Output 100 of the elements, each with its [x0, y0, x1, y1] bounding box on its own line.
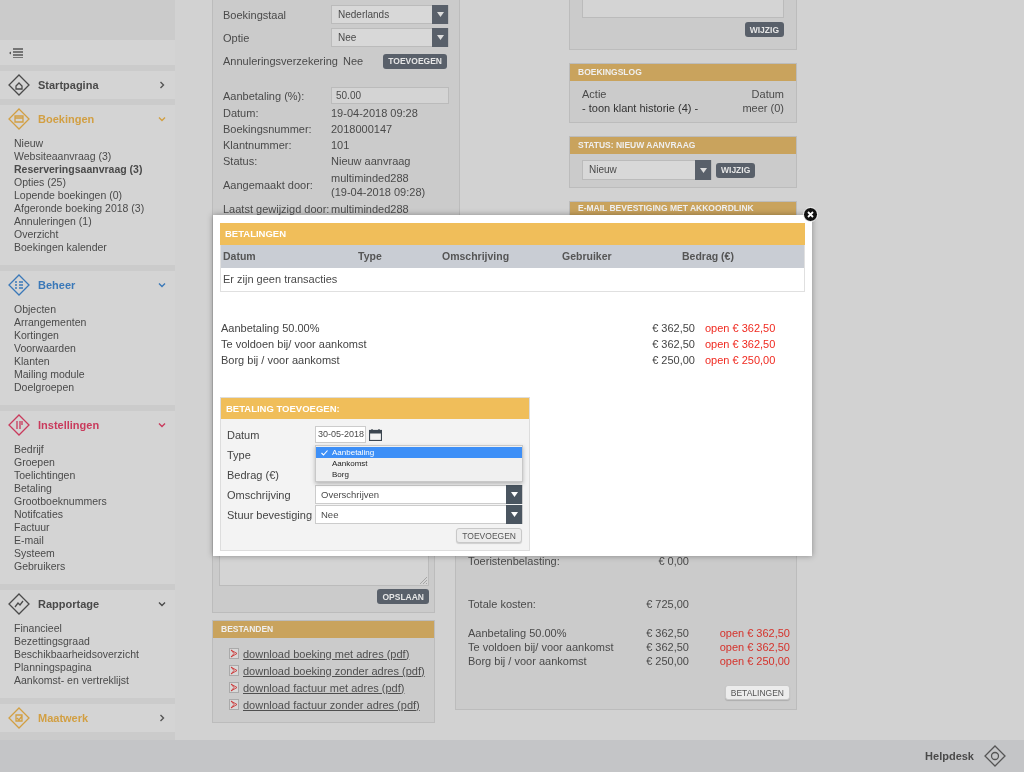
sidebar-item[interactable]: Factuur [14, 521, 175, 534]
sidebar-item[interactable]: Beschikbaarheidsoverzicht [14, 648, 175, 661]
dropdown-field[interactable]: Nee [315, 505, 523, 524]
open-amount: open € 250,00 [705, 353, 777, 368]
download-link[interactable]: download boeking zonder adres (pdf) [243, 664, 425, 677]
sidebar-item[interactable]: Klanten [14, 355, 175, 368]
open-amount: open € 250,00 [718, 654, 790, 668]
payment-amount: € 362,50 [652, 337, 695, 352]
sidebar-item[interactable]: Planningspagina [14, 661, 175, 674]
sidebar-item[interactable]: Websiteaanvraag (3) [14, 150, 175, 163]
add-button[interactable]: TOEVOEGEN [383, 53, 447, 69]
more-link[interactable]: meer (0) [742, 101, 784, 115]
sidebar-item[interactable]: Kortingen [14, 329, 175, 342]
chevron-icon[interactable] [158, 600, 166, 608]
menu-icon[interactable] [9, 47, 23, 58]
sidebar-item[interactable]: Grootboeknummers [14, 495, 175, 508]
sidebar-item[interactable]: Bezettingsgraad [14, 635, 175, 648]
sidebar-item[interactable]: Arrangementen [14, 316, 175, 329]
section-title[interactable]: Startpagina [38, 79, 150, 91]
field-label: Datum [227, 428, 261, 441]
diamond-icon[interactable] [984, 745, 1006, 767]
save-button[interactable]: OPSLAAN [377, 589, 429, 604]
sidebar-item[interactable]: E-mail [14, 534, 175, 547]
payment-amount: € 250,00 [645, 654, 689, 668]
sidebar-item[interactable]: Lopende boekingen (0) [14, 189, 175, 202]
add-button[interactable]: TOEVOEGEN [456, 528, 522, 543]
download-link[interactable]: download factuur met adres (pdf) [243, 681, 405, 694]
sidebar-item[interactable]: Doelgroepen [14, 381, 175, 394]
sidebar-item[interactable]: Systeem [14, 547, 175, 560]
sidebar-item[interactable]: Aankomst- en vertreklijst [14, 674, 175, 687]
column-header: Type [358, 249, 382, 264]
sidebar-item[interactable]: Reserveringsaanvraag (3) [14, 163, 175, 176]
cost-amount: € 0,00 [657, 554, 689, 568]
field-value: 19-04-2018 09:28 [331, 107, 418, 119]
dropdown-option[interactable]: Aanbetaling [316, 447, 522, 458]
field-label: Klantnummer: [223, 139, 293, 151]
sidebar-item[interactable]: Objecten [14, 303, 175, 316]
sidebar-item[interactable]: Bedrijf [14, 443, 175, 456]
field-label: Boekingsnummer: [223, 123, 313, 135]
payment-amount: € 250,00 [652, 353, 695, 368]
field-label: Laatst gewijzigd door: [223, 203, 331, 215]
sidebar-item[interactable]: Overzicht [14, 228, 175, 241]
chevron-icon[interactable] [158, 714, 166, 722]
field-value: multiminded288 [331, 203, 409, 215]
history-link[interactable]: - toon klant historie (4) - [582, 101, 743, 115]
section-title[interactable]: Rapportage [38, 598, 150, 610]
dropdown-field[interactable]: Overschrijven [315, 485, 523, 504]
payment-label: Aanbetaling 50.00% [221, 321, 321, 336]
empty-message: Er zijn geen transacties [223, 273, 338, 285]
column-header: Datum [750, 87, 784, 101]
date-field[interactable]: 30-05-2018 [315, 426, 366, 443]
open-amount: open € 362,50 [718, 626, 790, 640]
payment-label: Te voldoen bij/ voor aankomst [221, 337, 368, 352]
input-field[interactable]: 50.00 [331, 87, 449, 104]
dropdown-field[interactable]: Nee [331, 28, 449, 47]
download-link[interactable]: download boeking met adres (pdf) [243, 647, 410, 660]
chevron-icon[interactable] [158, 421, 166, 429]
dialog-header: BETALINGEN [220, 223, 805, 245]
sidebar-item[interactable]: Afgeronde boeking 2018 (3) [14, 202, 175, 215]
sidebar-item[interactable]: Groepen [14, 456, 175, 469]
panel-header: BESTANDEN [213, 621, 434, 638]
edit-button[interactable]: WIJZIG [716, 162, 756, 178]
field-value: (19-04-2018 09:28) [331, 185, 426, 199]
payment-label: Te voldoen bij/ voor aankomst [468, 640, 615, 654]
sidebar-item[interactable]: Toelichtingen [14, 469, 175, 482]
download-link[interactable]: download factuur zonder adres (pdf) [243, 698, 420, 711]
payment-label: Borg bij / voor aankomst [221, 353, 341, 368]
helpdesk-link[interactable]: Helpdesk [925, 750, 974, 762]
pdf-icon [229, 665, 239, 676]
dropdown-option[interactable]: Aankomst [316, 458, 522, 469]
sidebar-item[interactable]: Financieel [14, 622, 175, 635]
sidebar-item[interactable]: Annuleringen (1) [14, 215, 175, 228]
field-label: Omschrijving [227, 488, 292, 501]
sidebar-item[interactable]: Opties (25) [14, 176, 175, 189]
chevron-icon[interactable] [158, 281, 166, 289]
chevron-icon[interactable] [158, 81, 166, 89]
field-value: Nee [342, 55, 364, 67]
sidebar-item[interactable]: Nieuw [14, 137, 175, 150]
calendar-icon[interactable] [369, 428, 382, 441]
edit-button[interactable]: WIJZIG [744, 22, 784, 37]
dropdown-field[interactable]: Nieuw [582, 160, 712, 180]
resize-grip-icon[interactable] [420, 577, 427, 584]
sidebar-item[interactable]: Mailing module [14, 368, 175, 381]
section-title[interactable]: Instellingen [38, 419, 150, 431]
sidebar-item[interactable]: Betaling [14, 482, 175, 495]
panel-header: STATUS: NIEUW AANVRAAG [570, 137, 796, 154]
close-icon[interactable] [803, 207, 818, 222]
sidebar-item[interactable]: Voorwaarden [14, 342, 175, 355]
caret-icon [432, 28, 448, 47]
field-label: Boekingstaal [223, 8, 287, 21]
dropdown-option[interactable]: Borg [316, 469, 522, 480]
pdf-icon [229, 682, 239, 693]
sidebar-item[interactable]: Notifcaties [14, 508, 175, 521]
sidebar-item[interactable]: Gebruikers [14, 560, 175, 573]
payments-button[interactable]: BETALINGEN [724, 685, 790, 700]
panel-header: BETALING TOEVOEGEN: [221, 398, 529, 419]
sidebar-item[interactable]: Boekingen kalender [14, 241, 175, 254]
dropdown-field[interactable]: Nederlands [331, 5, 449, 24]
caret-icon [506, 485, 522, 504]
cost-label: Toeristenbelasting: [468, 554, 561, 568]
